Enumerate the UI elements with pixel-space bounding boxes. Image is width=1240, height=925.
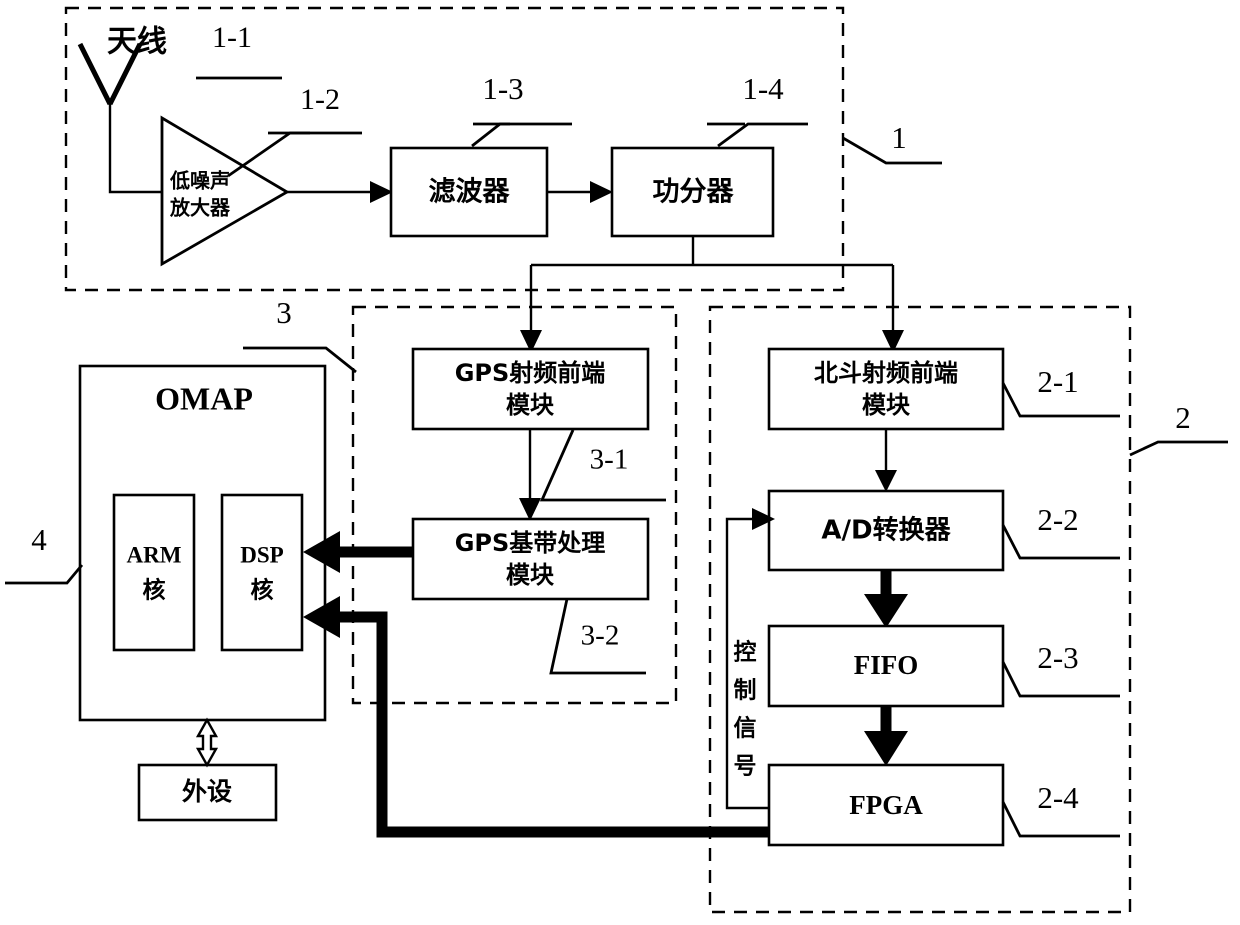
diagram-canvas: 天线 1-1 低噪声 放大器 1-2 滤波器 1-3 功分器 1-4 1 GPS… bbox=[0, 0, 1240, 925]
arm-core-label-line1: ARM bbox=[127, 542, 182, 567]
beidou-rf-label-line2: 模块 bbox=[862, 391, 910, 419]
control-signal-char-2: 信 bbox=[734, 715, 757, 742]
dsp-core-label-line1: DSP bbox=[240, 542, 283, 567]
arm-core-block: ARM 核 bbox=[112, 493, 196, 652]
callout-3-1: 3-1 bbox=[590, 444, 629, 476]
dsp-core-block: DSP 核 bbox=[220, 493, 304, 652]
filter-block: 滤波器 bbox=[389, 146, 549, 238]
block-diagram-svg: 天线 1-1 低噪声 放大器 1-2 滤波器 1-3 功分器 1-4 1 GPS… bbox=[5, 6, 1228, 914]
fpga-block: FPGA bbox=[767, 763, 1005, 847]
callout-1-4: 1-4 bbox=[742, 71, 784, 106]
callout-3-2: 3-2 bbox=[581, 620, 620, 652]
arrow-adc-to-fifo bbox=[864, 570, 908, 628]
callout-leader-2 bbox=[1129, 440, 1228, 457]
gps-baseband-label-line1: GPS基带处理 bbox=[455, 529, 606, 557]
callout-3: 3 bbox=[276, 295, 292, 330]
divider-split-bus bbox=[520, 236, 904, 353]
peripheral-block: 外设 bbox=[137, 763, 278, 822]
arrow-gpsrf-to-baseband bbox=[519, 429, 541, 521]
arrow-fifo-to-fpga bbox=[864, 706, 908, 766]
lna-block: 低噪声 放大器 bbox=[160, 115, 290, 267]
antenna-symbol bbox=[77, 42, 162, 194]
arm-core-label-line2: 核 bbox=[143, 577, 166, 604]
fifo-block: FIFO bbox=[767, 624, 1005, 708]
callout-leader-4 bbox=[5, 564, 84, 585]
lna-label-line2: 放大器 bbox=[169, 196, 231, 220]
callout-1-1: 1-1 bbox=[212, 21, 252, 54]
peripheral-label: 外设 bbox=[182, 777, 232, 806]
callout-1-3: 1-3 bbox=[482, 71, 523, 106]
omap-label: OMAP bbox=[155, 380, 253, 416]
bidirectional-arrow-omap-peripheral bbox=[195, 717, 219, 768]
control-signal-char-0: 控 bbox=[734, 639, 757, 666]
callout-2-1: 2-1 bbox=[1037, 364, 1078, 399]
beidou-rf-block: 北斗射频前端 模块 bbox=[767, 347, 1005, 431]
callout-2: 2 bbox=[1175, 400, 1191, 435]
lna-label-line1: 低噪声 bbox=[169, 169, 230, 193]
dsp-core-label-line2: 核 bbox=[251, 577, 274, 604]
power-divider-label: 功分器 bbox=[653, 177, 735, 208]
gps-baseband-label-line2: 模块 bbox=[506, 561, 554, 589]
adc-block: A/D转换器 bbox=[767, 489, 1005, 572]
arrow-beidourf-to-adc bbox=[875, 429, 897, 492]
callout-leader-1-4 bbox=[717, 122, 808, 148]
filter-label: 滤波器 bbox=[429, 177, 511, 208]
callout-2-4: 2-4 bbox=[1037, 780, 1079, 815]
arrow-filter-to-divider bbox=[547, 181, 613, 203]
beidou-rf-label-line1: 北斗射频前端 bbox=[814, 359, 958, 387]
control-signal-label: 控 制 信 号 bbox=[734, 639, 757, 780]
fifo-label: FIFO bbox=[854, 650, 919, 680]
power-divider-block: 功分器 bbox=[610, 146, 775, 238]
gps-rf-label-line1: GPS射频前端 bbox=[455, 359, 606, 387]
arrow-lna-to-filter bbox=[287, 181, 393, 203]
callout-2-2: 2-2 bbox=[1037, 502, 1078, 537]
callout-leader-1-3 bbox=[471, 122, 572, 148]
callout-2-3: 2-3 bbox=[1037, 640, 1078, 675]
fpga-label: FPGA bbox=[849, 790, 923, 820]
control-signal-char-3: 号 bbox=[734, 754, 757, 780]
gps-rf-label-line2: 模块 bbox=[506, 391, 554, 419]
adc-label: A/D转换器 bbox=[821, 516, 951, 546]
callout-1: 1 bbox=[891, 120, 907, 155]
antenna-label: 天线 bbox=[107, 25, 167, 60]
databus-fpga-to-dsp bbox=[303, 596, 769, 838]
gps-rf-block: GPS射频前端 模块 bbox=[411, 347, 650, 431]
callout-1-2: 1-2 bbox=[300, 83, 340, 116]
callout-4: 4 bbox=[31, 522, 47, 557]
control-signal-char-1: 制 bbox=[734, 678, 757, 704]
gps-baseband-block: GPS基带处理 模块 bbox=[411, 517, 650, 601]
